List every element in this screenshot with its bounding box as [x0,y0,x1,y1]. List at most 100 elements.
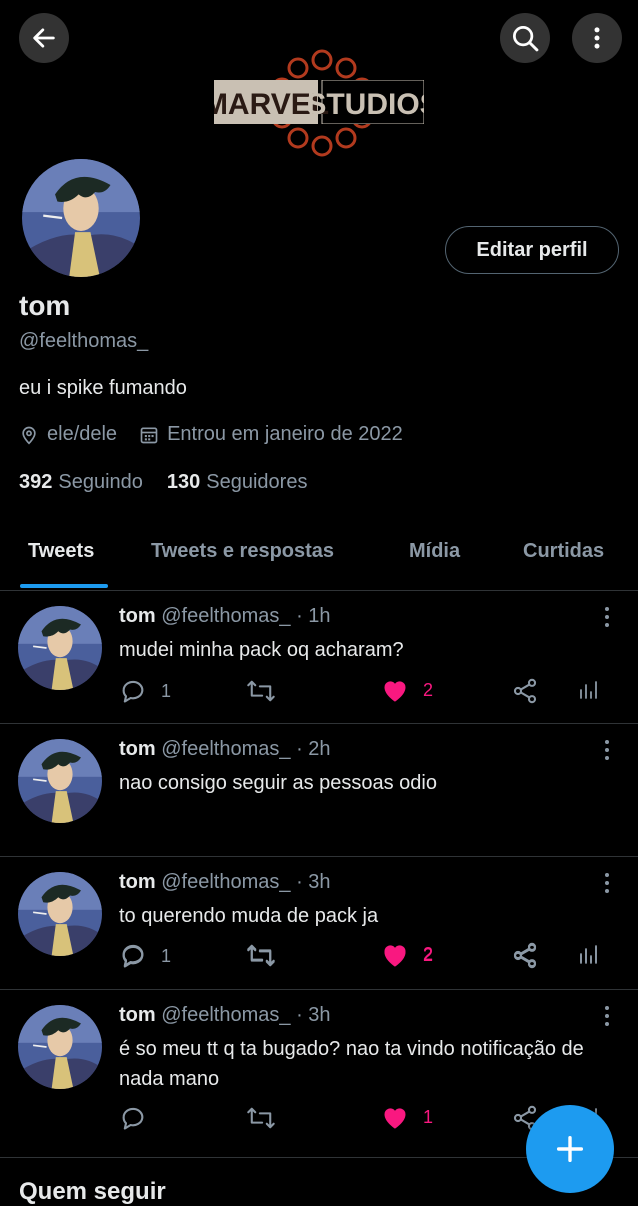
following-count: 392 [19,471,53,493]
tweet-time: · 2h [296,738,331,760]
profile-avatar[interactable] [18,155,144,281]
followers-link[interactable]: 130 Seguidores [167,471,308,494]
tab-tweets-replies[interactable]: Tweets e respostas [151,540,334,563]
tweet-header: tom @feelthomas_ · 3h [119,1004,331,1027]
like-button[interactable]: 2 [381,942,433,968]
tweet-author-name[interactable]: tom [119,871,156,893]
reply-count: 1 [161,945,172,966]
tweet-avatar[interactable] [18,739,102,823]
tweet-text: é so meu tt q ta bugado? nao ta vindo no… [119,1038,584,1090]
follow-stats: 392 Seguindo 130 Seguidores [19,471,307,494]
plus-icon [556,1135,584,1163]
analytics-button[interactable] [576,677,600,703]
tab-media[interactable]: Mídia [409,540,460,563]
reply-count: 1 [161,680,172,701]
reply-icon [122,945,144,968]
profile-handle: @feelthomas_ [19,330,149,352]
profile-tabs: Tweets Tweets e respostas Mídia Curtidas [0,520,638,591]
heart-filled-icon [384,1108,406,1129]
profile-joined: Entrou em janeiro de 2022 [167,423,403,445]
edit-profile-button[interactable]: Editar perfil [445,226,619,274]
like-count: 1 [423,1106,434,1127]
share-button[interactable] [511,942,539,970]
like-count: 2 [423,679,434,700]
tweet-time: · 3h [296,871,331,893]
following-link[interactable]: 392 Seguindo [19,471,143,494]
retweet-button[interactable] [246,1104,276,1132]
tweet-author-name[interactable]: tom [119,1004,156,1026]
arrow-left-icon [33,28,55,48]
tweet-text: nao consigo seguir as pessoas odio [119,772,437,794]
analytics-icon [580,946,597,964]
tweet-actions: 1 2 [119,942,609,972]
tab-likes[interactable]: Curtidas [523,540,604,563]
heart-filled-icon [384,681,406,702]
profile-meta: ele/dele Entrou em janeiro de 2022 [19,423,403,446]
avatar-image [22,159,140,277]
reply-button[interactable] [119,1104,161,1132]
avatar-image [18,606,102,690]
tweet[interactable]: tom @feelthomas_ · 1h mudei minha pack o… [0,590,638,724]
tweet-avatar[interactable] [18,1005,102,1089]
tweet-header: tom @feelthomas_ · 2h [119,738,331,761]
who-to-follow-heading: Quem seguir [19,1178,166,1205]
tweet-header: tom @feelthomas_ · 3h [119,871,331,894]
reply-button[interactable]: 1 [119,677,171,705]
avatar-image [18,872,102,956]
search-button[interactable] [500,13,550,63]
share-icon [513,678,537,704]
banner-text-studios: STUDIOS [306,88,424,121]
tweet-more-icon[interactable] [598,606,616,628]
retweet-icon [247,1107,275,1129]
avatar-image [18,739,102,823]
retweet-button[interactable] [246,677,276,705]
tweet-more-icon[interactable] [598,872,616,894]
like-button[interactable]: 1 [381,1104,433,1130]
tweet-text: to querendo muda de pack ja [119,905,379,927]
reply-icon [122,680,144,703]
tweet-time: · 3h [296,1004,331,1026]
tweet-author-handle: @feelthomas_ [161,1004,291,1026]
active-tab-indicator [20,584,108,588]
share-button[interactable] [511,677,539,705]
tweet-author-name[interactable]: tom [119,605,156,627]
tweet-more-icon[interactable] [598,1005,616,1027]
search-icon [513,26,539,52]
tweet-avatar[interactable] [18,872,102,956]
location-icon [22,426,36,445]
profile-bio: eu i spike fumando [19,377,187,399]
following-label: Seguindo [58,471,143,493]
tweet-more-icon[interactable] [598,739,616,761]
tweet-author-handle: @feelthomas_ [161,871,291,893]
tweet-author-name[interactable]: tom [119,738,156,760]
like-count: 2 [423,944,434,965]
tweet-actions: 1 2 [119,677,609,707]
followers-count: 130 [166,471,201,493]
tweet-time: · 1h [296,605,331,627]
tweet-text: mudei minha pack oq acharam? [119,639,404,661]
tweet-author-handle: @feelthomas_ [161,605,291,627]
share-icon [513,943,537,969]
retweet-button[interactable] [246,942,276,970]
like-button[interactable]: 2 [381,677,433,703]
heart-filled-icon [384,946,406,967]
back-button[interactable] [19,13,69,63]
profile-name: tom [19,290,71,321]
reply-button[interactable]: 1 [119,942,171,970]
tweet-header: tom @feelthomas_ · 1h [119,605,331,628]
compose-tweet-button[interactable] [526,1105,614,1193]
more-vertical-icon [594,27,600,49]
analytics-button[interactable] [576,942,600,968]
avatar-image [18,1005,102,1089]
retweet-icon [247,945,275,967]
tweet-author-handle: @feelthomas_ [161,738,291,760]
analytics-icon [580,681,597,699]
tweet[interactable]: tom @feelthomas_ · 3h to querendo muda d… [0,856,638,990]
tweet-avatar[interactable] [18,606,102,690]
more-options-button[interactable] [572,13,622,63]
tab-tweets[interactable]: Tweets [28,540,94,563]
calendar-icon [140,427,158,443]
tweet[interactable]: tom @feelthomas_ · 2h nao consigo seguir… [0,723,638,968]
followers-label: Seguidores [206,471,308,493]
reply-icon [122,1107,144,1130]
